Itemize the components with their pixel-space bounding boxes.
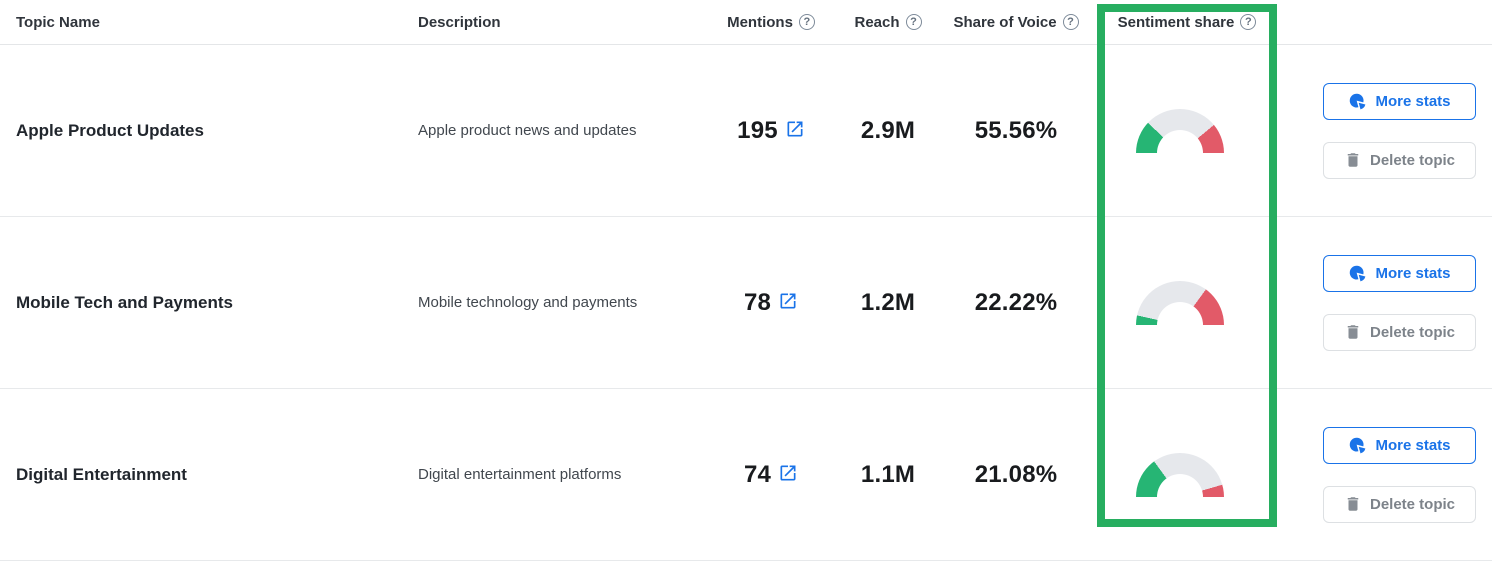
sentiment-share-cell: [1096, 280, 1278, 325]
sentiment-gauge-chart: [1136, 280, 1224, 325]
topic-name-cell: Digital Entertainment: [0, 465, 410, 485]
column-header-label: Description: [418, 13, 501, 31]
sentiment-gauge-chart: [1136, 452, 1224, 497]
delete-topic-button[interactable]: Delete topic: [1323, 485, 1476, 523]
external-link-icon[interactable]: [778, 463, 798, 483]
reach-cell: 1.1M: [840, 461, 936, 489]
reach-value: 1.2M: [860, 288, 916, 316]
column-header-label: Topic Name: [16, 13, 100, 31]
mentions-cell: 78: [702, 289, 840, 317]
more-stats-button[interactable]: More stats: [1323, 254, 1476, 292]
more-stats-label: More stats: [1375, 92, 1451, 110]
column-header-label: Reach: [854, 13, 900, 31]
actions-cell: More stats Delete topic: [1278, 426, 1492, 523]
table-row: Apple Product Updates Apple product news…: [0, 45, 1492, 217]
help-icon[interactable]: ?: [905, 14, 922, 30]
more-stats-button[interactable]: More stats: [1323, 82, 1476, 120]
sentiment-share-cell: [1096, 452, 1278, 497]
column-header-sentiment-share: Sentiment share ?: [1096, 14, 1278, 31]
share-of-voice-value: 22.22%: [974, 288, 1058, 316]
column-header-topic-name: Topic Name: [0, 14, 410, 31]
description-cell: Digital entertainment platforms: [410, 466, 702, 483]
delete-topic-button[interactable]: Delete topic: [1323, 141, 1476, 179]
share-of-voice-cell: 55.56%: [936, 117, 1096, 145]
trash-icon: [1347, 153, 1359, 167]
more-stats-button[interactable]: More stats: [1323, 426, 1476, 464]
topic-name: Mobile Tech and Payments: [16, 292, 233, 312]
topic-name: Digital Entertainment: [16, 464, 187, 484]
delete-topic-button[interactable]: Delete topic: [1323, 313, 1476, 351]
topic-name-cell: Mobile Tech and Payments: [0, 293, 410, 313]
delete-topic-label: Delete topic: [1369, 323, 1456, 341]
table-body: Apple Product Updates Apple product news…: [0, 45, 1492, 561]
topic-name: Apple Product Updates: [16, 120, 204, 140]
reach-cell: 1.2M: [840, 289, 936, 317]
delete-topic-label: Delete topic: [1369, 151, 1456, 169]
column-header-description: Description: [410, 14, 702, 31]
pie-chart-icon: [1350, 437, 1366, 453]
description-cell: Apple product news and updates: [410, 122, 702, 139]
description-cell: Mobile technology and payments: [410, 294, 702, 311]
topic-description: Digital entertainment platforms: [418, 466, 622, 483]
mentions-value: 195: [737, 116, 778, 144]
reach-value: 2.9M: [860, 116, 916, 144]
mentions-cell: 74: [702, 461, 840, 489]
pie-chart-icon: [1350, 265, 1366, 281]
reach-value: 1.1M: [860, 460, 916, 488]
column-header-reach: Reach ?: [840, 14, 936, 31]
help-icon[interactable]: ?: [1062, 14, 1079, 30]
mentions-value: 78: [743, 288, 772, 316]
topic-description: Apple product news and updates: [418, 122, 637, 139]
help-icon[interactable]: ?: [1240, 14, 1257, 30]
trash-icon: [1347, 325, 1359, 339]
table-row: Digital Entertainment Digital entertainm…: [0, 389, 1492, 561]
delete-topic-label: Delete topic: [1369, 495, 1456, 513]
column-header-label: Sentiment share: [1117, 13, 1235, 31]
reach-cell: 2.9M: [840, 117, 936, 145]
more-stats-label: More stats: [1375, 264, 1451, 282]
column-header-mentions: Mentions ?: [702, 14, 840, 31]
mentions-value: 74: [743, 460, 772, 488]
share-of-voice-value: 21.08%: [974, 460, 1058, 488]
sentiment-gauge-chart: [1136, 108, 1224, 153]
table-row: Mobile Tech and Payments Mobile technolo…: [0, 217, 1492, 389]
actions-cell: More stats Delete topic: [1278, 82, 1492, 179]
sentiment-share-cell: [1096, 108, 1278, 153]
more-stats-label: More stats: [1375, 436, 1451, 454]
pie-chart-icon: [1350, 93, 1366, 109]
actions-cell: More stats Delete topic: [1278, 254, 1492, 351]
help-icon[interactable]: ?: [798, 14, 815, 30]
table-header: Topic Name Description Mentions ? Reach …: [0, 0, 1492, 45]
trash-icon: [1347, 497, 1359, 511]
mentions-cell: 195: [702, 117, 840, 145]
share-of-voice-cell: 21.08%: [936, 461, 1096, 489]
share-of-voice-value: 55.56%: [974, 116, 1058, 144]
column-header-label: Mentions: [727, 13, 793, 31]
topic-description: Mobile technology and payments: [418, 294, 638, 311]
column-header-share-of-voice: Share of Voice ?: [936, 14, 1096, 31]
topics-table: Topic Name Description Mentions ? Reach …: [0, 0, 1492, 561]
column-header-label: Share of Voice: [953, 13, 1057, 31]
external-link-icon[interactable]: [778, 291, 798, 311]
external-link-icon[interactable]: [785, 119, 805, 139]
share-of-voice-cell: 22.22%: [936, 289, 1096, 317]
topic-name-cell: Apple Product Updates: [0, 121, 410, 141]
